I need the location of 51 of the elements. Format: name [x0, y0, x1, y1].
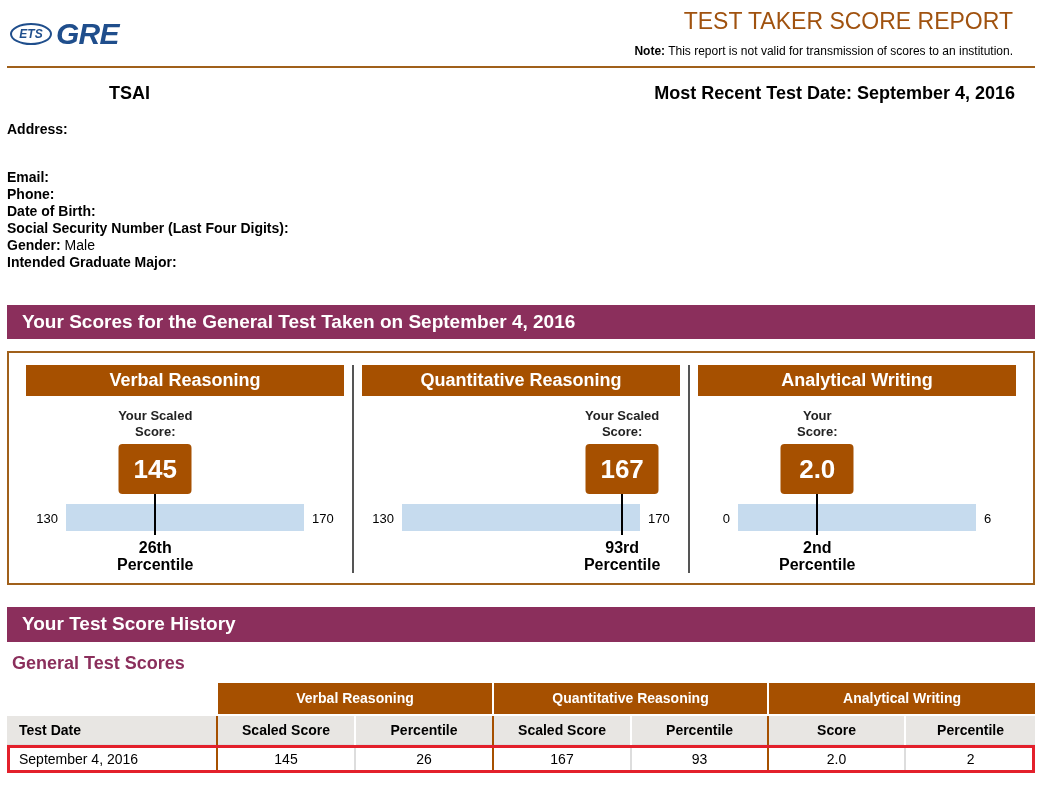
profile-field: Date of Birth: — [7, 203, 1035, 220]
scale-max-label: 170 — [647, 510, 671, 528]
profile-field: Phone: — [7, 186, 1035, 203]
table-cell: 93 — [631, 745, 769, 773]
column-header-cell: Percentile — [355, 715, 493, 745]
profile-field: Intended Graduate Major: — [7, 254, 1035, 271]
score-section-header: Quantitative Reasoning — [362, 365, 680, 396]
column-header-cell: Percentile — [905, 715, 1036, 745]
table-cell: 167 — [493, 745, 631, 773]
percentile-label: 93rd Percentile — [582, 539, 662, 573]
score-bubble: 145 — [118, 444, 192, 494]
group-header-cell: Quantitative Reasoning — [493, 683, 769, 715]
report-note: Note: This report is not valid for transmission of scores to an institution. — [634, 43, 1013, 60]
column-header-cell: Scaled Score — [217, 715, 355, 745]
scale-min-label: 130 — [371, 510, 395, 528]
profile-field: Gender: Male — [7, 237, 1035, 254]
recent-test-date: Most Recent Test Date: September 4, 2016 — [654, 82, 1015, 105]
column-header-cell: Test Date — [7, 715, 217, 745]
table-cell: 2.0 — [768, 745, 906, 773]
logo-oval-mark: ETS — [10, 23, 52, 45]
score-bubble: 167 — [585, 444, 659, 494]
score-caption: Your Scaled Score: — [585, 408, 660, 440]
logo-wordmark: GRE — [56, 19, 119, 49]
score-caption: Your Score: — [797, 408, 838, 440]
group-header-cell: Analytical Writing — [768, 683, 1036, 715]
scale-min-label: 130 — [35, 510, 59, 528]
score-bubble: 2.0 — [780, 444, 854, 494]
group-header-cell: Verbal Reasoning — [217, 683, 493, 715]
score-section-header: Verbal Reasoning — [26, 365, 344, 396]
scale-max-label: 6 — [983, 510, 993, 528]
column-header-cell: Scaled Score — [493, 715, 631, 745]
table-cell: 26 — [355, 745, 493, 773]
percentile-label: 2nd Percentile — [778, 539, 857, 573]
percentile-label: 26th Percentile — [116, 539, 195, 573]
profile-field: Address: — [7, 121, 1035, 138]
scale-min-label: 0 — [721, 510, 731, 528]
table-cell: 2 — [905, 745, 1036, 773]
score-caption: Your Scaled Score: — [118, 408, 193, 440]
column-header-cell: Percentile — [631, 715, 769, 745]
scale-max-label: 170 — [311, 510, 335, 528]
table-subtitle: General Test Scores — [12, 653, 185, 673]
candidate-name: TSAI — [108, 82, 150, 105]
section-banner: Your Test Score History — [7, 607, 1035, 642]
section-banner: Your Scores for the General Test Taken on September 4, 2016 — [7, 305, 1035, 339]
score-section-header: Analytical Writing — [698, 365, 1016, 396]
report-title: TEST TAKER SCORE REPORT — [683, 7, 1013, 35]
profile-field: Email: — [7, 169, 1035, 186]
table-cell: 145 — [217, 745, 355, 773]
column-header-cell: Score — [768, 715, 906, 745]
profile-field: Social Security Number (Last Four Digits): — [7, 220, 1035, 237]
table-cell: September 4, 2016 — [7, 745, 217, 773]
